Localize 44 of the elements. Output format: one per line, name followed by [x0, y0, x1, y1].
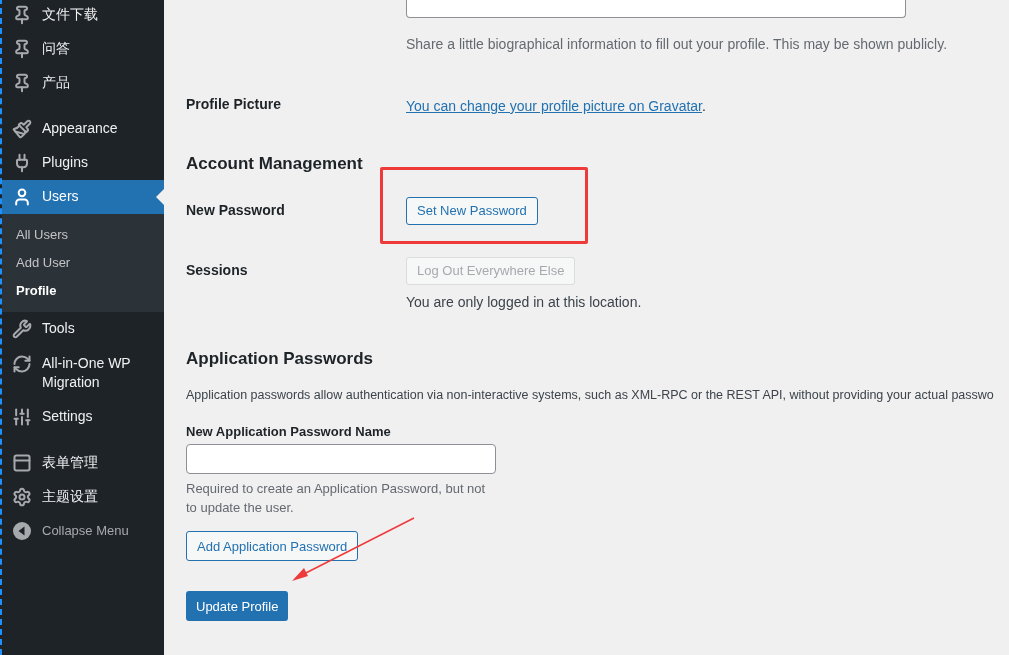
- menu-item[interactable]: 文件下载: [2, 0, 164, 32]
- menu-item[interactable]: 问答: [2, 32, 164, 66]
- gravatar-text: You can change your profile picture on Gravatar.: [406, 97, 706, 116]
- submenu-item[interactable]: Add User: [2, 249, 164, 277]
- bio-description: Share a little biographical information to fill out your profile. This may be shown publicly.: [406, 35, 949, 54]
- submenu-item[interactable]: All Users: [2, 221, 164, 249]
- menu-item[interactable]: Plugins: [2, 146, 164, 180]
- menu-item[interactable]: 表单管理: [2, 446, 164, 480]
- gravatar-link[interactable]: You can change your profile picture on Gravatar: [406, 98, 702, 114]
- section-heading: Account Management: [186, 153, 364, 175]
- sliders-icon: [12, 407, 32, 427]
- update-profile-button[interactable]: Update Profile: [186, 591, 289, 622]
- field-label: New Password: [186, 201, 286, 220]
- form-icon: [12, 453, 32, 473]
- user-icon: [12, 187, 32, 207]
- sessions-note: You are only logged in at this location.: [406, 292, 643, 312]
- add-password-button[interactable]: Add Application Password: [186, 531, 359, 562]
- help-text: Required to create an Application Password, but not to update the user.: [186, 480, 487, 518]
- menu-item[interactable]: Appearance: [2, 112, 164, 146]
- input-field[interactable]: [186, 444, 496, 475]
- pin-icon: [12, 39, 32, 59]
- wrench-icon: [12, 319, 32, 339]
- section-heading: Application Passwords: [186, 347, 375, 370]
- settings-icon: [12, 487, 32, 507]
- collapse-icon: [12, 521, 32, 541]
- menu-item[interactable]: All-in-One WP Migration: [2, 346, 164, 400]
- menu-item[interactable]: Users: [2, 180, 164, 214]
- menu-item[interactable]: 主题设置: [2, 480, 164, 514]
- paintbrush-icon: [12, 119, 32, 139]
- field-label: Profile Picture: [186, 94, 282, 114]
- collapse-menu-button[interactable]: Collapse Menu: [2, 514, 164, 548]
- pin-icon: [12, 5, 32, 25]
- menu-item[interactable]: Settings: [2, 400, 164, 434]
- menu-item[interactable]: Tools: [2, 312, 164, 346]
- bio-textarea[interactable]: [406, 0, 906, 18]
- refresh-icon: [12, 354, 32, 374]
- field-label: Sessions: [186, 261, 249, 280]
- app-passwords-description: Application passwords allow authentication via non-interactive systems, such as XML-RPC or the REST API, without providing your actual passwo: [186, 387, 995, 404]
- current-indicator: [156, 189, 164, 205]
- submenu-item[interactable]: Profile: [2, 277, 164, 305]
- menu-item[interactable]: 产品: [2, 66, 164, 100]
- set-password-button[interactable]: Set New Password: [406, 196, 538, 225]
- field-label: New Application Password Name: [186, 422, 392, 441]
- pin-icon: [12, 73, 32, 93]
